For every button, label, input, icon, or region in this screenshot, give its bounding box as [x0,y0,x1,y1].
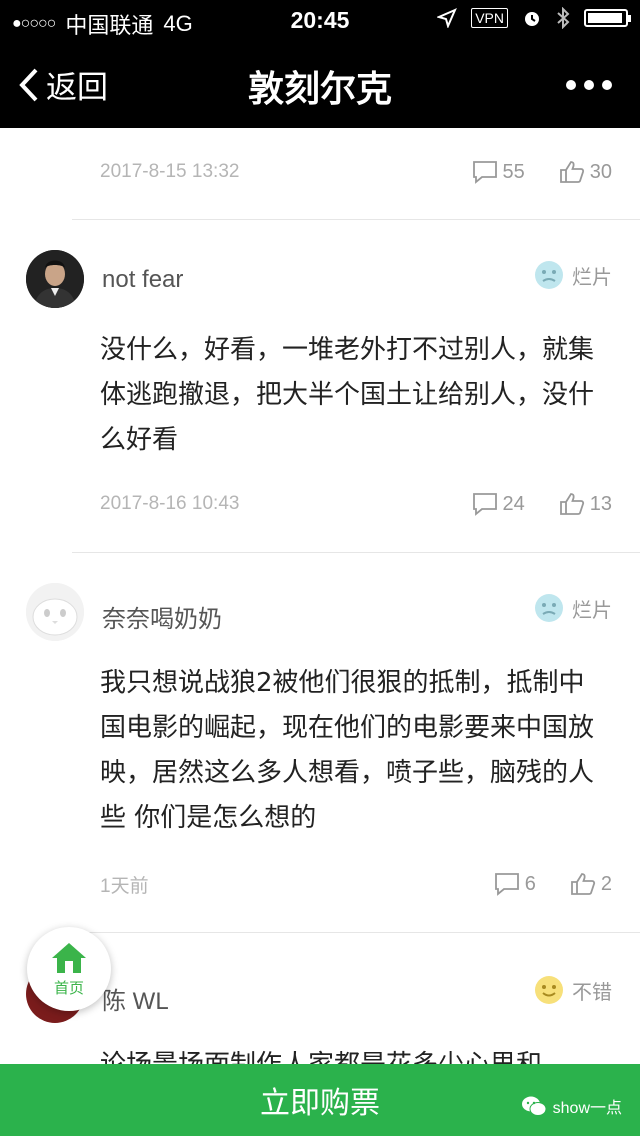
divider [72,219,640,220]
reply-count: 55 [502,160,525,183]
like-button[interactable]: 30 [559,160,612,184]
like-count: 30 [589,160,612,183]
avatar[interactable] [26,250,84,308]
more-dot [566,80,576,90]
rating-label: 烂片 [572,264,612,289]
more-options-button[interactable] [566,80,612,90]
vpn-badge: VPN [471,8,508,28]
bad-movie-face-icon [535,261,563,289]
location-arrow-icon [437,8,458,28]
comment-list[interactable]: 2017-8-15 13:32 55 30 not fear 烂片 没什么，好看… [0,128,640,1064]
like-button[interactable]: 13 [559,492,612,516]
comment-meta: 2017-8-16 10:43 24 13 [100,484,612,524]
thumbs-up-icon [559,161,584,183]
rating-label: 烂片 [572,597,612,622]
comment-rating: 烂片 [534,593,612,623]
comment-bubble-icon [472,161,497,184]
rating-label: 不错 [572,979,612,1004]
comment-date: 2017-8-15 13:32 [100,161,240,182]
divider [72,552,640,553]
avatar-image [26,250,84,308]
prev-comment-meta: 2017-8-15 13:32 55 30 [100,152,612,192]
comment-text: 论场景场面制作人家都是花多少心思和 [100,1043,610,1064]
avatar[interactable] [26,583,84,641]
comment-rating: 不错 [534,975,612,1005]
watermark: show一点 [521,1094,622,1118]
avatar-image [26,583,84,641]
buy-ticket-label: 立即购票 [260,1086,380,1121]
thumbs-up-icon [570,873,595,895]
comment-bubble-icon [472,493,497,516]
comment-text: 没什么，好看，一堆老外打不过别人，就集体逃跑撤退，把大半个国土让给别人，没什么好… [100,335,595,455]
comment-rating: 烂片 [534,260,612,290]
like-count: 13 [589,492,612,515]
like-count: 2 [600,872,612,895]
nav-bar: 返回 敦刻尔克 [0,40,640,128]
comment-date: 1天前 [100,875,149,897]
comment-text: 我只想说战狼2被他们很狠的抵制，抵制中国电影的崛起，现在他们的电影要来中国放映，… [100,668,595,833]
comment-date: 2017-8-16 10:43 [100,493,240,514]
status-right: VPN [437,7,631,29]
watermark-text: show一点 [552,1100,622,1117]
page-title: 敦刻尔克 [247,69,392,110]
bluetooth-icon [557,7,570,29]
thumbs-up-icon [559,493,584,515]
home-icon [52,942,86,973]
home-label: 首页 [53,978,84,997]
reply-button[interactable]: 24 [472,492,525,516]
divider [72,932,640,933]
home-button[interactable]: 首页 [27,927,111,1011]
comment-username[interactable]: 陈 WL [102,981,169,1016]
comment-username[interactable]: 奈奈喝奶奶 [102,599,222,634]
status-bar: ●○○○○ 中国联通 4G 20:45 VPN [0,0,640,40]
like-button[interactable]: 2 [570,872,612,896]
comment-bubble-icon [494,873,519,896]
reply-count: 24 [502,492,525,515]
reply-button[interactable]: 6 [494,872,536,896]
alarm-icon [525,12,539,26]
bad-movie-face-icon [535,594,563,622]
comment-username[interactable]: not fear [102,266,183,294]
more-dot [584,80,594,90]
comment-meta: 1天前 6 2 [100,864,612,904]
wechat-icon [521,1096,547,1116]
battery-icon [584,9,631,27]
more-dot [602,80,612,90]
good-movie-face-icon [535,976,563,1004]
reply-button[interactable]: 55 [472,160,525,184]
battery-fill [588,13,622,23]
reply-count: 6 [524,872,536,895]
